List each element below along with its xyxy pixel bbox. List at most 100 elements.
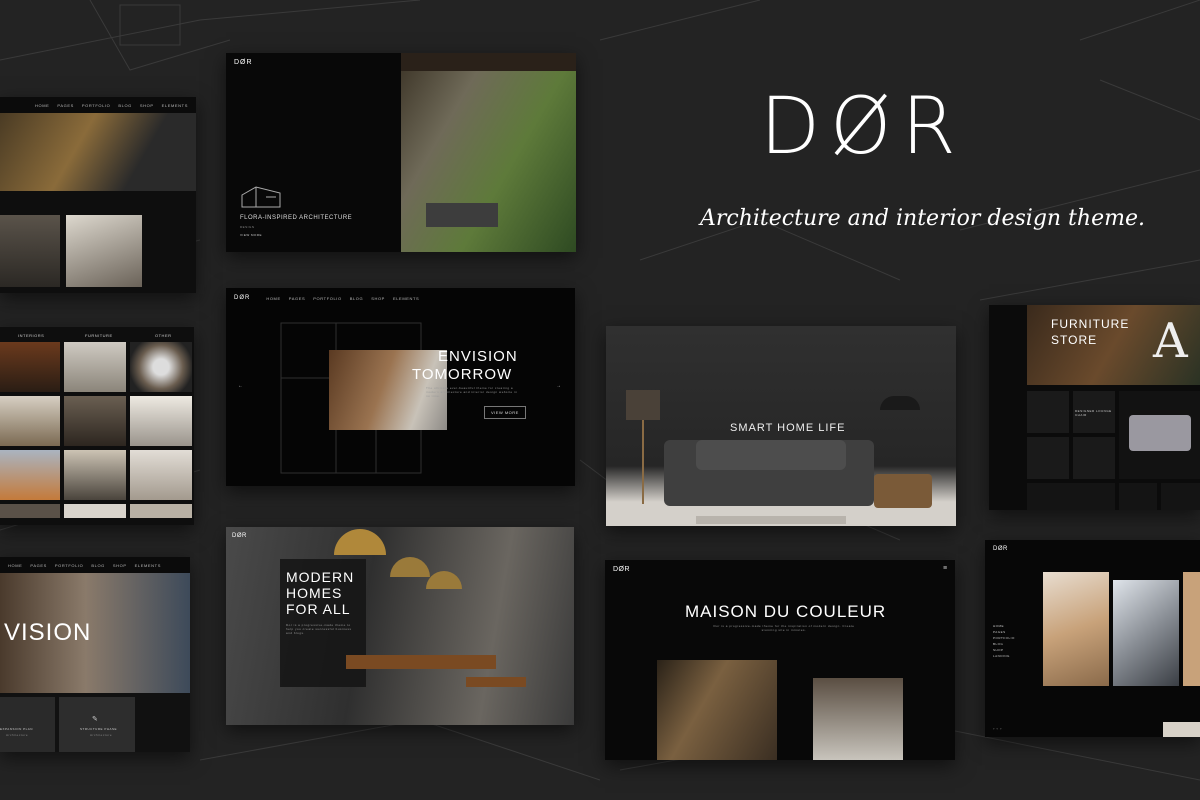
next-arrow-icon[interactable]: →: [556, 383, 562, 389]
floor-lamp: [626, 390, 660, 420]
preview-card-vision[interactable]: HOME PAGES PORTFOLIO BLOG SHOP ELEMENTS …: [0, 557, 190, 752]
preview-card-modern-homes[interactable]: DØR MODERN HOMES FOR ALL Dor is a progre…: [226, 527, 574, 725]
preview-card-maison[interactable]: DØR ≡ MAISON DU COULEUR Dor is a progres…: [605, 560, 955, 760]
grid-image[interactable]: [130, 450, 192, 500]
corridor-image: [66, 215, 142, 287]
preview-card-gallery[interactable]: INTERIORS FURNITURE OTHER: [0, 327, 194, 525]
service-title: EXPANSION PLAN: [0, 727, 33, 731]
hero-title: MAISON DU COULEUR: [685, 602, 887, 621]
service-subtitle: Architecture: [90, 733, 113, 737]
column-label[interactable]: INTERIORS: [18, 333, 44, 338]
floor-lamp-leg: [642, 420, 644, 504]
brand-logo: DØR: [760, 82, 966, 172]
banner-letter: A: [1153, 313, 1188, 369]
hero-title-line3: FOR ALL: [286, 601, 351, 617]
grid-image[interactable]: [130, 396, 192, 446]
tagline: Architecture and interior design theme.: [700, 206, 1145, 231]
preview-card-menu[interactable]: DØR HOME PAGES PORTFOLIO BLOG SHOP LANDI…: [985, 540, 1200, 737]
menu-item[interactable]: LANDING: [993, 654, 1010, 658]
nav-item[interactable]: HOME: [8, 563, 22, 568]
nav-item[interactable]: PAGES: [289, 296, 306, 301]
slide-body: The ultimate ever-beautiful theme for cr…: [426, 386, 518, 398]
product-tile[interactable]: [1027, 391, 1069, 433]
card-logo: DØR: [232, 533, 247, 539]
hero-title-line1: MODERN: [286, 569, 355, 585]
menu-item[interactable]: PORTFOLIO: [993, 636, 1015, 640]
view-more-link[interactable]: VIEW MORE: [240, 233, 262, 237]
menu-item[interactable]: HOME: [993, 624, 1004, 628]
bench-tile[interactable]: [1027, 483, 1115, 510]
interior-image: [0, 215, 60, 287]
architecture-image: [1183, 572, 1200, 686]
grid-image[interactable]: [0, 450, 60, 500]
banner-title-line2: STORE: [1051, 333, 1098, 347]
card-meta: DESIGN: [240, 225, 255, 229]
service-subtitle: Architecture: [6, 733, 29, 737]
nav-item[interactable]: ELEMENTS: [162, 103, 188, 108]
nav-item[interactable]: PORTFOLIO: [55, 563, 83, 568]
grid-image[interactable]: [64, 342, 126, 392]
nav-item[interactable]: PAGES: [57, 103, 74, 108]
menu-item[interactable]: PAGES: [993, 630, 1006, 634]
dining-bench: [466, 677, 526, 687]
grid-image[interactable]: [130, 504, 192, 518]
house-sketch-icon: [241, 186, 281, 208]
nav-item[interactable]: BLOG: [91, 563, 105, 568]
product-tile[interactable]: [1027, 437, 1069, 479]
dining-table: [346, 655, 496, 669]
bathroom-image: [813, 678, 903, 760]
grid-image[interactable]: [64, 504, 126, 518]
grid-image[interactable]: [64, 396, 126, 446]
service-title: STRUCTURE PHASE: [80, 727, 118, 731]
preview-card-portfolio[interactable]: HOME PAGES PORTFOLIO BLOG SHOP ELEMENTS: [0, 97, 196, 293]
stool-tile[interactable]: [1119, 483, 1157, 510]
view-more-button[interactable]: VIEW MORE: [484, 406, 526, 419]
card-title: SMART HOME LIFE: [730, 422, 846, 434]
nav-item[interactable]: PAGES: [30, 563, 47, 568]
nav-item[interactable]: HOME: [266, 296, 280, 301]
service-tile[interactable]: [0, 697, 55, 752]
grid-image[interactable]: [0, 342, 60, 392]
grid-image[interactable]: [0, 396, 60, 446]
preview-card-furniture-store[interactable]: FURNITURE STORE A DESIGNER LOUNGE CHAIR: [989, 305, 1200, 510]
menu-icon[interactable]: ≡: [943, 565, 948, 572]
nav-item[interactable]: PORTFOLIO: [313, 296, 341, 301]
nav-item[interactable]: BLOG: [118, 103, 132, 108]
nav-item[interactable]: ELEMENTS: [393, 296, 419, 301]
hero-body: Dor is a progressive-made theme for the …: [713, 624, 855, 632]
image-grid: [0, 342, 192, 518]
nav-item[interactable]: ELEMENTS: [135, 563, 161, 568]
menu-item[interactable]: BLOG: [993, 642, 1003, 646]
nav-item[interactable]: SHOP: [140, 103, 154, 108]
nav-item[interactable]: PORTFOLIO: [82, 103, 110, 108]
pendant-lamp: [390, 557, 430, 577]
hero-title: VISION: [4, 619, 92, 646]
hero-title-line2: HOMES: [286, 585, 343, 601]
product-tile[interactable]: [1073, 437, 1115, 479]
column-label[interactable]: OTHER: [155, 333, 172, 338]
side-table: [874, 474, 932, 508]
grid-image[interactable]: [130, 342, 192, 392]
preview-card-smart-home[interactable]: SMART HOME LIFE: [606, 326, 956, 526]
preview-card-flora[interactable]: DØR FLORA-INSPIRED ARCHITECTURE DESIGN V…: [226, 53, 576, 252]
nav-item[interactable]: BLOG: [350, 296, 364, 301]
architecture-image: [1043, 572, 1109, 686]
sofa-cushions: [696, 440, 846, 470]
nav-item[interactable]: HOME: [35, 103, 49, 108]
menu-item[interactable]: SHOP: [993, 648, 1004, 652]
wrench-icon: ✎: [92, 716, 99, 723]
nav-item[interactable]: SHOP: [113, 563, 127, 568]
preview-card-envision[interactable]: DØR HOME PAGES PORTFOLIO BLOG SHOP ELEME…: [226, 288, 575, 486]
column-label[interactable]: FURNITURE: [85, 333, 113, 338]
product-label: DESIGNER LOUNGE CHAIR: [1075, 409, 1112, 417]
social-icons[interactable]: ◦ ◦ ◦: [993, 726, 1002, 731]
lamp-tile[interactable]: [1161, 483, 1200, 510]
banner-title-line1: FURNITURE: [1051, 317, 1130, 331]
nav-bar: HOME PAGES PORTFOLIO BLOG SHOP ELEMENTS: [0, 557, 190, 573]
service-tile[interactable]: [59, 697, 135, 752]
prev-arrow-icon[interactable]: ←: [238, 383, 244, 389]
grid-image[interactable]: [0, 504, 60, 518]
grid-image[interactable]: [64, 450, 126, 500]
nav-item[interactable]: SHOP: [371, 296, 385, 301]
nav-logo[interactable]: DØR: [234, 295, 250, 301]
